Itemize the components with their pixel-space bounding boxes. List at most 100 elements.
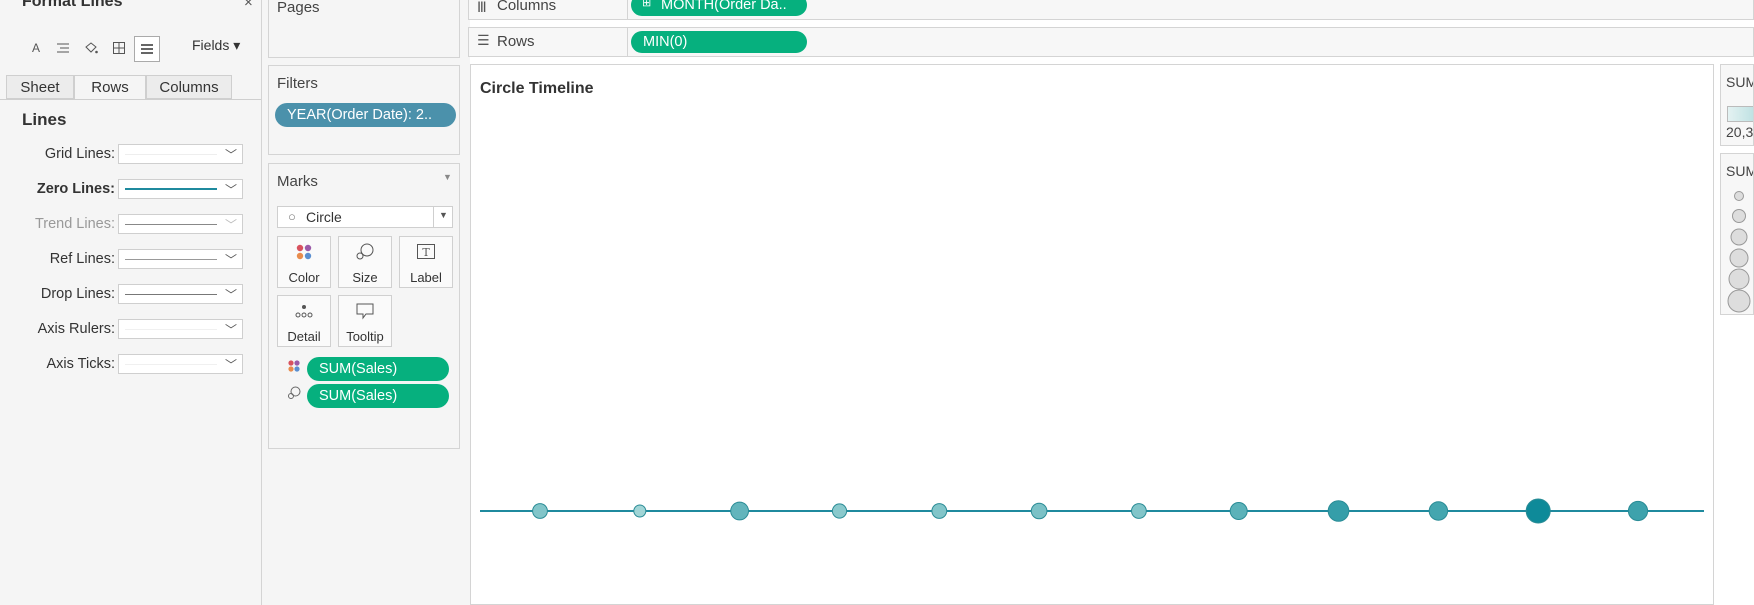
size-encoding-icon bbox=[287, 386, 301, 405]
color-ramp bbox=[1727, 106, 1753, 122]
timeline-chart[interactable] bbox=[470, 64, 1714, 605]
tooltip-icon bbox=[339, 302, 391, 325]
tooltip-button-label: Tooltip bbox=[346, 329, 384, 344]
tab-sheet[interactable]: Sheet bbox=[6, 75, 74, 99]
rows-shelf-icon: ☰ bbox=[477, 32, 490, 48]
size-icon bbox=[339, 243, 391, 266]
expand-plus-icon[interactable]: ⊞ bbox=[642, 0, 651, 9]
size-legend-title: SUM bbox=[1726, 163, 1753, 179]
color-legend-title: SUM bbox=[1726, 74, 1753, 90]
marks-card-menu-icon[interactable]: ▼ bbox=[443, 172, 452, 182]
mark-type-dropdown[interactable]: ○ Circle ▼ bbox=[277, 206, 453, 228]
close-icon[interactable]: × bbox=[244, 0, 253, 11]
pages-card: Pages bbox=[268, 0, 460, 58]
timeline-circle-mark[interactable] bbox=[633, 504, 647, 518]
columns-field-pill[interactable]: MONTH(Order Da.. bbox=[631, 0, 807, 16]
filters-card-title: Filters bbox=[277, 75, 318, 92]
columns-shelf[interactable]: Ⅲ Columns MONTH(Order Da.. ⊞ bbox=[468, 0, 1754, 20]
rows-shelf-label: Rows bbox=[497, 33, 535, 50]
drop-lines-dropdown[interactable]: ﹀ bbox=[118, 284, 243, 304]
timeline-circle-mark[interactable] bbox=[931, 503, 948, 519]
font-format-icon[interactable]: A bbox=[24, 36, 48, 60]
timeline-circle-mark[interactable] bbox=[1428, 501, 1449, 521]
line-sample bbox=[125, 224, 217, 225]
chevron-down-icon: ﹀ bbox=[224, 253, 237, 267]
timeline-circle-mark[interactable] bbox=[831, 503, 848, 519]
tab-columns[interactable]: Columns bbox=[146, 75, 232, 99]
size-button[interactable]: Size bbox=[338, 236, 392, 288]
axis-rulers-label: Axis Rulers: bbox=[37, 321, 115, 337]
color-icon bbox=[278, 243, 330, 266]
axis-ticks-row: Axis Ticks: ﹀ bbox=[0, 352, 261, 376]
mark-type-label: Circle bbox=[306, 209, 342, 225]
trend-lines-row: Trend Lines: ﹀ bbox=[0, 212, 261, 236]
zero-lines-dropdown[interactable]: ﹀ bbox=[118, 179, 243, 199]
shading-format-icon[interactable] bbox=[79, 36, 103, 60]
chevron-down-icon: ﹀ bbox=[224, 323, 237, 337]
grid-lines-dropdown[interactable]: ﹀ bbox=[118, 144, 243, 164]
color-legend[interactable]: SUM 20,3 bbox=[1720, 64, 1754, 146]
trend-lines-dropdown[interactable]: ﹀ bbox=[118, 214, 243, 234]
chevron-down-icon: ﹀ bbox=[224, 288, 237, 302]
tab-divider bbox=[0, 99, 261, 100]
ref-lines-dropdown[interactable]: ﹀ bbox=[118, 249, 243, 269]
tab-rows[interactable]: Rows bbox=[74, 75, 146, 100]
timeline-circle-mark[interactable] bbox=[1327, 500, 1350, 522]
timeline-circle-mark[interactable] bbox=[1229, 502, 1248, 520]
rows-shelf[interactable]: ☰ Rows MIN(0) bbox=[468, 27, 1754, 57]
axis-rulers-dropdown[interactable]: ﹀ bbox=[118, 319, 243, 339]
lines-section-heading: Lines bbox=[22, 110, 67, 129]
trend-lines-label: Trend Lines: bbox=[34, 216, 115, 232]
chevron-down-icon: ﹀ bbox=[224, 183, 237, 197]
lines-format-icon[interactable] bbox=[134, 36, 160, 62]
detail-icon bbox=[278, 302, 330, 325]
line-sample bbox=[125, 329, 217, 330]
color-button[interactable]: Color bbox=[277, 236, 331, 288]
svg-text:T: T bbox=[422, 246, 430, 259]
color-legend-value: 20,3 bbox=[1726, 124, 1754, 140]
timeline-circle-mark[interactable] bbox=[1627, 500, 1649, 522]
detail-button-label: Detail bbox=[287, 329, 321, 344]
alignment-format-icon[interactable] bbox=[51, 36, 75, 60]
grid-lines-label: Grid Lines: bbox=[44, 146, 115, 162]
timeline-circle-mark[interactable] bbox=[1131, 503, 1147, 519]
columns-shelf-label: Columns bbox=[497, 0, 557, 14]
tooltip-button[interactable]: Tooltip bbox=[338, 295, 392, 347]
axis-ticks-label: Axis Ticks: bbox=[46, 356, 115, 372]
label-icon: T bbox=[400, 243, 452, 266]
chevron-down-icon: ﹀ bbox=[224, 218, 237, 232]
line-sample bbox=[125, 259, 217, 260]
format-pane: Format Lines × A Fields ▾ Sheet Rows Col… bbox=[0, 0, 262, 605]
axis-ticks-dropdown[interactable]: ﹀ bbox=[118, 354, 243, 374]
size-field-pill[interactable]: SUM(Sales) bbox=[307, 384, 449, 408]
timeline-circle-mark[interactable] bbox=[730, 501, 750, 521]
axis-rulers-row: Axis Rulers: ﹀ bbox=[0, 317, 261, 341]
line-sample bbox=[125, 364, 217, 365]
label-button[interactable]: T Label bbox=[399, 236, 453, 288]
grid-lines-row: Grid Lines: ﹀ bbox=[0, 142, 261, 166]
marks-card: Marks ▼ ○ Circle ▼ Color Size T Label De… bbox=[268, 163, 460, 449]
line-sample bbox=[125, 154, 217, 155]
drop-lines-row: Drop Lines: ﹀ bbox=[0, 282, 261, 306]
filters-card: Filters YEAR(Order Date): 2.. bbox=[268, 65, 460, 155]
timeline-circle-mark[interactable] bbox=[532, 503, 548, 519]
zero-lines-label: Zero Lines: bbox=[36, 181, 115, 197]
detail-button[interactable]: Detail bbox=[277, 295, 331, 347]
circle-mark-icon: ○ bbox=[288, 209, 296, 224]
columns-shelf-icon: Ⅲ bbox=[477, 0, 487, 15]
color-field-pill[interactable]: SUM(Sales) bbox=[307, 357, 449, 381]
ref-lines-label: Ref Lines: bbox=[49, 251, 115, 267]
color-button-label: Color bbox=[288, 270, 320, 285]
rows-field-pill[interactable]: MIN(0) bbox=[631, 31, 807, 53]
timeline-circle-mark[interactable] bbox=[1525, 498, 1551, 524]
size-legend[interactable]: SUM bbox=[1720, 153, 1754, 315]
timeline-circle-mark[interactable] bbox=[1030, 502, 1048, 520]
filter-pill[interactable]: YEAR(Order Date): 2.. bbox=[275, 103, 456, 127]
format-pane-title: Format Lines bbox=[22, 0, 123, 10]
marks-card-title: Marks bbox=[277, 173, 318, 190]
fields-dropdown[interactable]: Fields ▾ bbox=[192, 37, 240, 54]
pages-card-title: Pages bbox=[277, 0, 320, 16]
borders-format-icon[interactable] bbox=[107, 36, 131, 60]
chevron-down-icon: ▼ bbox=[439, 210, 448, 220]
color-encoding-icon bbox=[287, 359, 301, 378]
